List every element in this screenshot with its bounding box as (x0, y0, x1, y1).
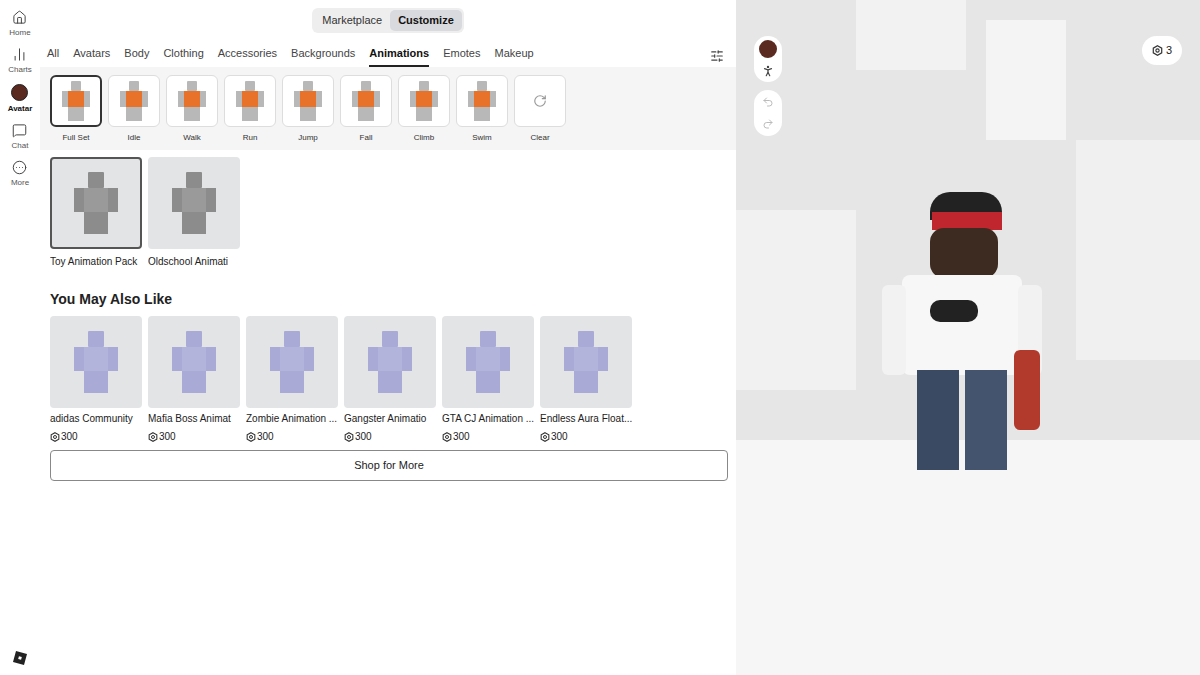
slot-item[interactable]: Walk (166, 75, 218, 144)
owned-item[interactable]: Toy Animation Pack (50, 157, 142, 269)
mode-button[interactable]: Marketplace (314, 10, 390, 31)
robux-icon (50, 432, 60, 442)
slot-item[interactable]: Idle (108, 75, 160, 144)
slot-item[interactable]: Jump (282, 75, 334, 144)
mode-button[interactable]: Customize (390, 10, 462, 31)
avatar-character (882, 190, 1042, 490)
robux-icon (1152, 45, 1163, 56)
nav-icon (12, 10, 27, 25)
price: 300 (61, 429, 78, 444)
nav-icon (12, 160, 27, 175)
category-tab[interactable]: Makeup (494, 45, 533, 68)
nav-item[interactable]: Home (9, 10, 30, 39)
filter-icon[interactable] (710, 49, 724, 63)
category-tab[interactable]: Backgrounds (291, 45, 355, 68)
avatar-viewport[interactable]: 3 (736, 0, 1200, 675)
nav-icon (12, 123, 27, 138)
category-tab[interactable]: All (47, 45, 59, 68)
owned-item[interactable]: Oldschool Animati (148, 157, 240, 269)
recommended-item[interactable]: GTA CJ Animation ...300 (442, 316, 534, 444)
category-tab[interactable]: Clothing (163, 45, 203, 68)
section-title: You May Also Like (40, 289, 736, 310)
recommended-item[interactable]: Mafia Boss Animat300 (148, 316, 240, 444)
mode-toggle: MarketplaceCustomize (312, 8, 464, 33)
figure-icon (62, 81, 91, 121)
robux-icon (540, 432, 550, 442)
category-tab[interactable]: Avatars (73, 45, 110, 68)
price: 300 (551, 429, 568, 444)
price: 300 (355, 429, 372, 444)
slot-item[interactable]: Run (224, 75, 276, 144)
figure-icon (294, 81, 323, 121)
category-tab[interactable]: Body (124, 45, 149, 68)
slot-bar: Full SetIdleWalkRunJumpFallClimbSwimClea… (40, 67, 736, 150)
category-tabs: All Avatars Body Clothing Accessories Backgro… (40, 45, 736, 68)
recommended-item[interactable]: Zombie Animation ...300 (246, 316, 338, 444)
robux-icon (148, 432, 158, 442)
figure-icon (270, 331, 314, 393)
category-tab[interactable]: Accessories (218, 45, 277, 68)
viewport-tools (754, 36, 782, 136)
figure-icon (468, 81, 497, 121)
recommended-grid: adidas Community300Mafia Boss Animat300Z… (40, 316, 736, 444)
side-nav: Home Charts Avatar Chat More (0, 0, 40, 675)
price: 300 (453, 429, 470, 444)
owned-grid: Toy Animation PackOldschool Animati (40, 157, 736, 269)
category-tab[interactable]: Animations (369, 45, 429, 68)
roblox-logo-icon[interactable] (13, 651, 27, 665)
nav-icon (12, 47, 27, 62)
recommended-item[interactable]: Gangster Animatio300 (344, 316, 436, 444)
robux-balance[interactable]: 3 (1142, 36, 1182, 65)
figure-icon (564, 331, 608, 393)
robux-icon (344, 432, 354, 442)
avatar-thumbnail[interactable] (759, 40, 777, 58)
nav-item[interactable]: Chat (12, 123, 29, 152)
figure-icon (74, 331, 118, 393)
pose-icon[interactable] (761, 64, 775, 78)
recommended-item[interactable]: adidas Community300 (50, 316, 142, 444)
figure-icon (172, 331, 216, 393)
robux-icon (442, 432, 452, 442)
clear-icon (533, 94, 547, 108)
nav-item[interactable]: More (11, 160, 29, 189)
main-panel: MarketplaceCustomize All Avatars Body Clothi… (40, 0, 736, 675)
figure-icon (172, 172, 216, 234)
redo-icon[interactable] (762, 118, 774, 130)
figure-icon (236, 81, 265, 121)
figure-icon (466, 331, 510, 393)
price: 300 (257, 429, 274, 444)
undo-icon[interactable] (762, 96, 774, 108)
figure-icon (368, 331, 412, 393)
nav-item[interactable]: Charts (8, 47, 32, 76)
slot-item[interactable]: Swim (456, 75, 508, 144)
app: Home Charts Avatar Chat More MarketplaceCusto… (0, 0, 1200, 675)
figure-icon (178, 81, 207, 121)
figure-icon (352, 81, 381, 121)
slot-item[interactable]: Full Set (50, 75, 102, 144)
figure-icon (120, 81, 149, 121)
figure-icon (74, 172, 118, 234)
recommended-item[interactable]: Endless Aura Float...300 (540, 316, 632, 444)
nav-item[interactable]: Avatar (8, 84, 33, 115)
figure-icon (410, 81, 439, 121)
slot-item[interactable]: Fall (340, 75, 392, 144)
avatar-icon (11, 84, 28, 101)
price: 300 (159, 429, 176, 444)
slot-item[interactable]: Clear (514, 75, 566, 144)
slot-item[interactable]: Climb (398, 75, 450, 144)
robux-icon (246, 432, 256, 442)
shop-button[interactable]: Shop for More (50, 450, 728, 481)
category-tab[interactable]: Emotes (443, 45, 480, 68)
